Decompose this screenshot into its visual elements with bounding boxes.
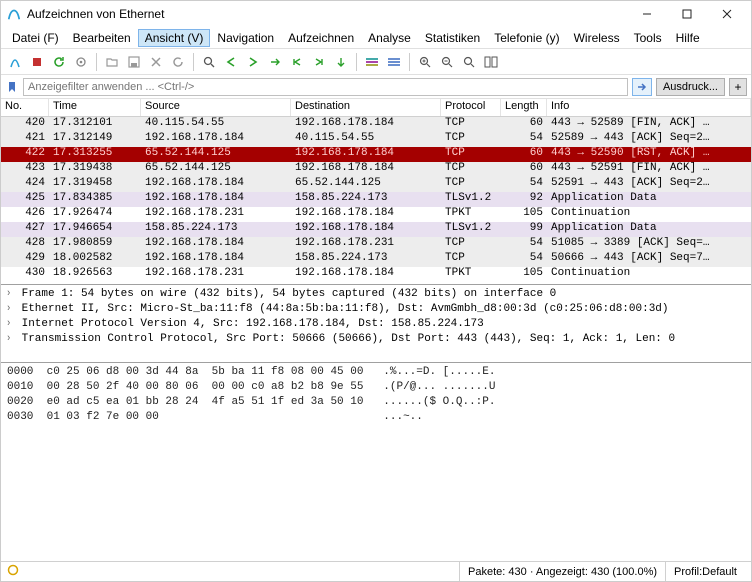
column-no[interactable]: No. [1, 99, 49, 116]
toolbar-separator [356, 53, 357, 71]
column-info[interactable]: Info [547, 99, 751, 116]
tree-item[interactable]: Ethernet II, Src: Micro-St_ba:11:f8 (44:… [5, 302, 747, 317]
resize-columns-button[interactable] [481, 52, 501, 72]
menu-item[interactable]: Navigation [210, 29, 281, 47]
display-filter-input[interactable] [23, 78, 628, 96]
close-button[interactable] [707, 2, 747, 26]
status-icon[interactable] [7, 564, 19, 579]
toolbar-separator [409, 53, 410, 71]
tree-item[interactable]: Transmission Control Protocol, Src Port:… [5, 332, 747, 347]
column-protocol[interactable]: Protocol [441, 99, 501, 116]
capture-options-button[interactable] [71, 52, 91, 72]
packet-row[interactable]: 42117.312149192.168.178.18440.115.54.55T… [1, 132, 751, 147]
titlebar: Aufzeichnen von Ethernet [1, 1, 751, 27]
packet-row[interactable]: 42217.31325565.52.144.125192.168.178.184… [1, 147, 751, 162]
packet-bytes-pane[interactable]: 0000 c0 25 06 d8 00 3d 44 8a 5b ba 11 f8… [1, 363, 751, 561]
menu-item[interactable]: Hilfe [669, 29, 707, 47]
packet-list-body[interactable]: 42017.31210140.115.54.55192.168.178.184T… [1, 117, 751, 284]
column-destination[interactable]: Destination [291, 99, 441, 116]
hex-line[interactable]: 0030 01 03 f2 7e 00 00 ...~.. [7, 410, 745, 425]
go-first-button[interactable] [287, 52, 307, 72]
menu-item[interactable]: Tools [627, 29, 669, 47]
tree-item[interactable]: Frame 1: 54 bytes on wire (432 bits), 54… [5, 287, 747, 302]
packet-row[interactable]: 42317.31943865.52.144.125192.168.178.184… [1, 162, 751, 177]
minimize-button[interactable] [627, 2, 667, 26]
hex-line[interactable]: 0020 e0 ad c5 ea 01 bb 28 24 4f a5 51 1f… [7, 395, 745, 410]
packet-row[interactable]: 42918.002582192.168.178.184158.85.224.17… [1, 252, 751, 267]
menu-item[interactable]: Statistiken [418, 29, 487, 47]
packet-row[interactable]: 42517.834385192.168.178.184158.85.224.17… [1, 192, 751, 207]
toggle-list-button[interactable] [384, 52, 404, 72]
go-forward-button[interactable] [243, 52, 263, 72]
save-file-button[interactable] [124, 52, 144, 72]
hex-line[interactable]: 0010 00 28 50 2f 40 00 80 06 00 00 c0 a8… [7, 380, 745, 395]
apply-filter-button[interactable] [632, 78, 652, 96]
packet-row[interactable]: 42817.980859192.168.178.184192.168.178.2… [1, 237, 751, 252]
app-icon [7, 7, 21, 21]
packet-list-header[interactable]: No. Time Source Destination Protocol Len… [1, 99, 751, 117]
menu-item[interactable]: Wireless [567, 29, 627, 47]
add-filter-button[interactable]: + [729, 78, 747, 96]
colorize-button[interactable] [362, 52, 382, 72]
menu-item[interactable]: Datei (F) [5, 29, 66, 47]
bookmark-icon[interactable] [5, 80, 19, 94]
go-last-button[interactable] [309, 52, 329, 72]
packet-list-pane: No. Time Source Destination Protocol Len… [1, 99, 751, 285]
restart-capture-button[interactable] [49, 52, 69, 72]
packet-row[interactable]: 43018.926563192.168.178.231192.168.178.1… [1, 267, 751, 282]
status-bar: Pakete: 430 · Angezeigt: 430 (100.0%) Pr… [1, 561, 751, 581]
packet-row[interactable]: 42017.31210140.115.54.55192.168.178.184T… [1, 117, 751, 132]
status-profile[interactable]: Profil:Default [665, 562, 745, 581]
go-back-button[interactable] [221, 52, 241, 72]
tree-item[interactable]: Internet Protocol Version 4, Src: 192.16… [5, 317, 747, 332]
open-file-button[interactable] [102, 52, 122, 72]
filter-bar: Ausdruck... + [1, 75, 751, 99]
hex-line[interactable]: 0000 c0 25 06 d8 00 3d 44 8a 5b ba 11 f8… [7, 365, 745, 380]
zoom-out-button[interactable] [437, 52, 457, 72]
status-packets: Pakete: 430 · Angezeigt: 430 (100.0%) [459, 562, 665, 581]
window-title: Aufzeichnen von Ethernet [27, 7, 627, 21]
menu-item[interactable]: Bearbeiten [66, 29, 138, 47]
auto-scroll-button[interactable] [331, 52, 351, 72]
menu-item[interactable]: Telefonie (y) [487, 29, 566, 47]
find-packet-button[interactable] [199, 52, 219, 72]
column-length[interactable]: Length [501, 99, 547, 116]
menu-item[interactable]: Ansicht (V) [138, 29, 211, 47]
packet-row[interactable]: 42417.319458192.168.178.18465.52.144.125… [1, 177, 751, 192]
menu-item[interactable]: Aufzeichnen [281, 29, 361, 47]
start-capture-button[interactable] [5, 52, 25, 72]
reload-button[interactable] [168, 52, 188, 72]
toolbar [1, 49, 751, 75]
expression-button[interactable]: Ausdruck... [656, 78, 725, 96]
close-file-button[interactable] [146, 52, 166, 72]
packet-row[interactable]: 42617.926474192.168.178.231192.168.178.1… [1, 207, 751, 222]
column-time[interactable]: Time [49, 99, 141, 116]
zoom-in-button[interactable] [415, 52, 435, 72]
column-source[interactable]: Source [141, 99, 291, 116]
packet-row[interactable]: 42717.946654158.85.224.173192.168.178.18… [1, 222, 751, 237]
zoom-reset-button[interactable] [459, 52, 479, 72]
menubar: Datei (F)BearbeitenAnsicht (V)Navigation… [1, 27, 751, 49]
stop-capture-button[interactable] [27, 52, 47, 72]
toolbar-separator [96, 53, 97, 71]
go-to-packet-button[interactable] [265, 52, 285, 72]
packet-details-pane[interactable]: Frame 1: 54 bytes on wire (432 bits), 54… [1, 285, 751, 363]
menu-item[interactable]: Analyse [361, 29, 418, 47]
toolbar-separator [193, 53, 194, 71]
maximize-button[interactable] [667, 2, 707, 26]
